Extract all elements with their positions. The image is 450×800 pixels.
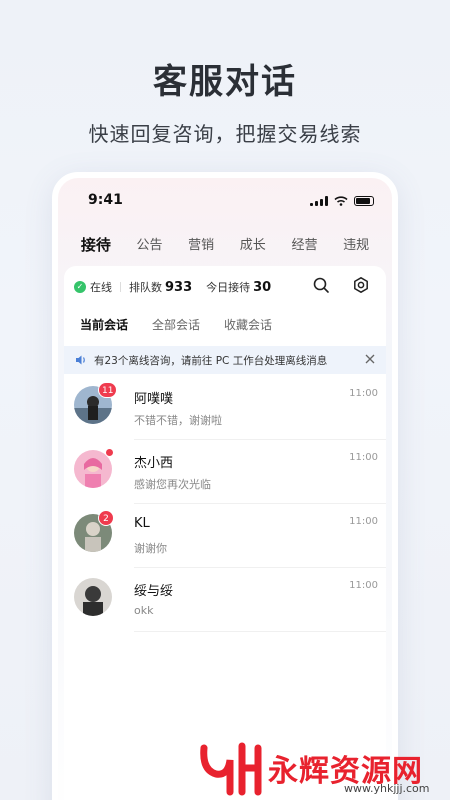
stats-bar: ✓ 在线 排队数 933 今日接待 30 (74, 276, 376, 298)
watermark-logo-icon (200, 742, 262, 796)
tab-growth[interactable]: 成长 (240, 234, 266, 260)
divider (120, 282, 121, 292)
contact-name: 绥与绥 (134, 584, 174, 599)
signal-icon (310, 196, 328, 206)
tab-all-conversations[interactable]: 全部会话 (152, 316, 200, 333)
last-message: 不错不错，谢谢啦 (134, 414, 222, 427)
main-card: ✓ 在线 排队数 933 今日接待 30 当前会话 全部会话 收藏会话 有23个… (64, 266, 386, 800)
top-tab-bar: 接待 公告 营销 成长 经营 违规 (58, 234, 392, 260)
promo-subtitle: 快速回复咨询，把握交易线索 (88, 122, 362, 146)
message-time: 11:00 (349, 388, 378, 399)
close-icon[interactable] (364, 353, 376, 365)
notice-text: 有23个离线咨询，请前往 PC 工作台处理离线消息 (94, 354, 328, 367)
today-count: 30 (253, 279, 272, 295)
offline-notice-banner[interactable]: 有23个离线咨询，请前往 PC 工作台处理离线消息 (64, 346, 386, 374)
conversation-item[interactable]: 杰小西 感谢您再次光临 11:00 (74, 440, 386, 504)
online-label: 在线 (90, 281, 112, 294)
gear-icon[interactable] (352, 276, 370, 294)
queue-count: 933 (165, 279, 193, 295)
conversation-tabs: 当前会话 全部会话 收藏会话 (80, 316, 272, 333)
speaker-icon (76, 355, 85, 365)
tab-reception[interactable]: 接待 (81, 234, 111, 260)
queue-label: 排队数 (129, 281, 162, 294)
tab-violations[interactable]: 违规 (343, 234, 369, 260)
online-status[interactable]: ✓ 在线 (74, 279, 112, 295)
contact-name: 杰小西 (134, 456, 174, 471)
unread-badge: 2 (98, 510, 114, 526)
status-bar: 9:41 (58, 192, 392, 214)
search-icon[interactable] (312, 276, 330, 294)
last-message: okk (134, 604, 154, 617)
conversation-list: 11 阿噗噗 不错不错，谢谢啦 11:00 杰小西 感谢您再次光临 11:00 … (64, 376, 386, 632)
unread-dot (105, 448, 114, 457)
last-message: 感谢您再次光临 (134, 478, 211, 491)
tab-favorite-conversations[interactable]: 收藏会话 (224, 316, 272, 333)
contact-name: KL (134, 516, 150, 531)
contact-name: 阿噗噗 (134, 392, 174, 407)
message-time: 11:00 (349, 452, 378, 463)
tab-announcement[interactable]: 公告 (136, 234, 162, 260)
today-label: 今日接待 (206, 281, 251, 294)
watermark: 永辉资源网 www.yhkjjj.com (196, 740, 436, 800)
phone-mockup: 9:41 接待 公告 营销 成长 经营 违规 ✓ 在线 排队数 933 今日接待… (52, 172, 398, 800)
promo-title: 客服对话 (153, 62, 297, 102)
wifi-icon (334, 196, 348, 206)
status-time: 9:41 (88, 192, 123, 208)
battery-icon (354, 196, 374, 206)
tab-marketing[interactable]: 营销 (188, 234, 214, 260)
last-message: 谢谢你 (134, 542, 167, 555)
tab-current-conversations[interactable]: 当前会话 (80, 316, 128, 333)
unread-badge: 11 (98, 382, 118, 398)
message-time: 11:00 (349, 580, 378, 591)
conversation-item[interactable]: 绥与绥 okk 11:00 (74, 568, 386, 632)
check-icon: ✓ (74, 281, 86, 293)
message-time: 11:00 (349, 516, 378, 527)
tab-operations[interactable]: 经营 (291, 234, 317, 260)
watermark-url: www.yhkjjj.com (344, 782, 430, 795)
conversation-item[interactable]: 2 KL 谢谢你 11:00 (74, 504, 386, 568)
avatar (74, 578, 112, 616)
conversation-item[interactable]: 11 阿噗噗 不错不错，谢谢啦 11:00 (74, 376, 386, 440)
